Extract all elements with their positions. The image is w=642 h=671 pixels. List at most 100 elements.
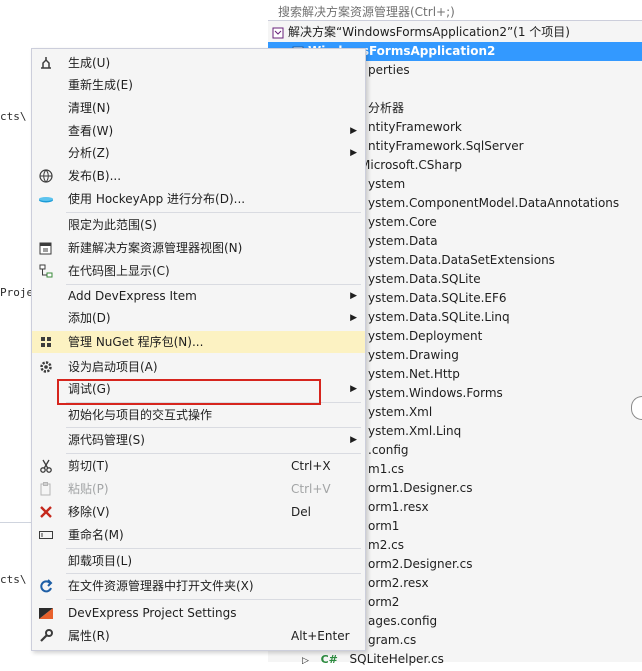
menu-item-devexpress-settings[interactable]: DevExpress Project Settings <box>32 602 365 624</box>
tree-item[interactable]: orm1.resx <box>368 498 429 517</box>
tree-item[interactable]: orm1 <box>368 517 399 536</box>
tree-item[interactable]: orm2.Designer.cs <box>368 555 473 574</box>
build-icon <box>41 57 51 69</box>
rename-icon <box>39 531 53 539</box>
submenu-arrow-icon: ▶ <box>350 313 357 323</box>
menu-item-properties[interactable]: 属性(R) Alt+Enter <box>32 625 365 647</box>
tree-item[interactable]: ystem.Data.SQLite <box>368 270 481 289</box>
tree-item[interactable]: Microsoft.CSharp <box>360 156 462 175</box>
submenu-arrow-icon: ▶ <box>350 291 357 301</box>
csharp-file-icon: C# <box>320 653 338 666</box>
menu-item-hockeyapp[interactable]: 使用 HockeyApp 进行分布(D)... <box>32 188 365 210</box>
menu-item-clean[interactable]: 清理(N) <box>32 97 365 119</box>
menu-item-label: 清理(N) <box>68 101 111 115</box>
tree-item[interactable]: ystem.ComponentModel.DataAnnotations <box>368 194 619 213</box>
new-window-icon <box>39 242 52 255</box>
tree-item[interactable]: orm2.resx <box>368 574 429 593</box>
tree-item[interactable]: ntityFramework <box>368 118 462 137</box>
wrench-icon <box>40 629 53 642</box>
tree-item[interactable]: ystem.Xml <box>368 403 432 422</box>
tree-item[interactable]: gram.cs <box>368 631 416 650</box>
submenu-arrow-icon: ▶ <box>350 148 357 158</box>
paste-icon <box>40 482 51 496</box>
menu-item-analyze[interactable]: 分析(Z) ▶ <box>32 142 365 164</box>
nuget-icon <box>41 337 51 347</box>
menu-item-remove[interactable]: 移除(V) Del <box>32 501 365 523</box>
menu-item-label: 管理 NuGet 程序包(N)... <box>68 335 204 349</box>
solution-node[interactable]: 解决方案“WindowsFormsApplication2”(1 个项目) <box>272 23 570 42</box>
tree-item[interactable]: ystem.Data.SQLite.Linq <box>368 308 510 327</box>
menu-item-label: 使用 HockeyApp 进行分布(D)... <box>68 192 246 206</box>
menu-separator <box>66 427 361 428</box>
menu-item-open-folder[interactable]: 在文件资源管理器中打开文件夹(X) <box>32 575 365 597</box>
menu-item-view[interactable]: 查看(W) ▶ <box>32 120 365 142</box>
menu-item-rename[interactable]: 重命名(M) <box>32 524 365 546</box>
menu-item-label: 分析(Z) <box>68 146 110 160</box>
editor-text-fragment: cts\ <box>0 573 27 586</box>
solution-icon <box>272 27 284 38</box>
code-map-icon <box>39 264 53 278</box>
menu-separator <box>66 212 361 213</box>
menu-item-new-view[interactable]: 新建解决方案资源管理器视图(N) <box>32 237 365 259</box>
menu-item-label: 发布(B)... <box>68 169 122 183</box>
expand-arrow-icon[interactable]: ▷ <box>302 656 309 666</box>
menu-shortcut: Ctrl+X <box>291 459 331 473</box>
tree-item[interactable]: ystem.Core <box>368 213 437 232</box>
submenu-arrow-icon: ▶ <box>350 126 357 136</box>
solution-label: 解决方案“WindowsFormsApplication2”(1 个项目) <box>288 25 570 39</box>
tree-item[interactable]: ystem.Net.Http <box>368 365 460 384</box>
menu-item-set-startup[interactable]: 设为启动项目(A) <box>32 356 365 378</box>
menu-item-manage-nuget[interactable]: 管理 NuGet 程序包(N)... <box>32 331 365 353</box>
menu-item-label: 源代码管理(S) <box>68 433 145 447</box>
menu-item-label: 移除(V) <box>68 505 110 519</box>
globe-icon <box>39 169 53 183</box>
menu-item-label: 生成(U) <box>68 56 111 70</box>
tree-item[interactable]: 分析器 <box>368 99 404 118</box>
menu-item-source-control[interactable]: 源代码管理(S) ▶ <box>32 429 365 451</box>
solution-explorer-search[interactable]: 搜索解决方案资源管理器(Ctrl+;) <box>268 0 642 21</box>
project-context-menu: 生成(U) 重新生成(E) 清理(N) 查看(W) ▶ 分析(Z) ▶ 发布(B… <box>31 48 366 651</box>
menu-item-build[interactable]: 生成(U) <box>32 52 365 74</box>
tree-item[interactable]: ntityFramework.SqlServer <box>368 137 524 156</box>
tree-item[interactable]: ystem.Data.DataSetExtensions <box>368 251 555 270</box>
tree-item[interactable]: m1.cs <box>368 460 404 479</box>
tree-item[interactable]: orm1.Designer.cs <box>368 479 473 498</box>
menu-item-add-devexpress[interactable]: Add DevExpress Item ▶ <box>32 285 365 307</box>
menu-item-label: 设为启动项目(A) <box>68 360 158 374</box>
menu-item-publish[interactable]: 发布(B)... <box>32 165 365 187</box>
menu-item-add[interactable]: 添加(D) ▶ <box>32 307 365 329</box>
menu-item-cut[interactable]: 剪切(T) Ctrl+X <box>32 455 365 477</box>
tree-item[interactable]: ages.config <box>368 612 437 631</box>
tree-item-label: SQLiteHelper.cs <box>349 652 444 666</box>
menu-shortcut: Alt+Enter <box>291 629 350 643</box>
tree-item[interactable]: perties <box>368 61 410 80</box>
tree-item[interactable]: .config <box>368 441 409 460</box>
menu-item-scope[interactable]: 限定为此范围(S) <box>32 214 365 236</box>
tree-item[interactable]: ystem.Drawing <box>368 346 459 365</box>
tree-item[interactable]: orm2 <box>368 593 399 612</box>
tree-item[interactable]: ystem.Data.SQLite.EF6 <box>368 289 507 308</box>
open-folder-icon <box>40 579 53 593</box>
tree-item[interactable]: m2.cs <box>368 536 404 555</box>
menu-item-label: 重命名(M) <box>68 528 124 542</box>
menu-item-code-map[interactable]: 在代码图上显示(C) <box>32 260 365 282</box>
tree-item[interactable]: ystem.Deployment <box>368 327 482 346</box>
menu-item-label: 重新生成(E) <box>68 78 133 92</box>
menu-item-label: 剪切(T) <box>68 459 109 473</box>
menu-item-paste[interactable]: 粘贴(P) Ctrl+V <box>32 478 365 500</box>
menu-item-unload[interactable]: 卸载项目(L) <box>32 550 365 572</box>
menu-item-label: 限定为此范围(S) <box>68 218 157 232</box>
menu-item-rebuild[interactable]: 重新生成(E) <box>32 74 365 96</box>
delete-icon <box>40 506 52 518</box>
tree-item[interactable]: ystem <box>368 175 405 194</box>
menu-item-interactive[interactable]: 初始化与项目的交互式操作 <box>32 404 365 426</box>
tree-item[interactable]: ystem.Data <box>368 232 438 251</box>
tree-item[interactable]: ▷ C# SQLiteHelper.cs <box>302 650 444 669</box>
menu-item-label: 初始化与项目的交互式操作 <box>68 408 213 422</box>
menu-item-label: 添加(D) <box>68 311 111 325</box>
scissors-icon <box>40 459 52 473</box>
hockeyapp-icon <box>39 197 53 203</box>
menu-item-label: 属性(R) <box>68 629 110 643</box>
tree-item[interactable]: ystem.Xml.Linq <box>368 422 461 441</box>
tree-item[interactable]: ystem.Windows.Forms <box>368 384 503 403</box>
